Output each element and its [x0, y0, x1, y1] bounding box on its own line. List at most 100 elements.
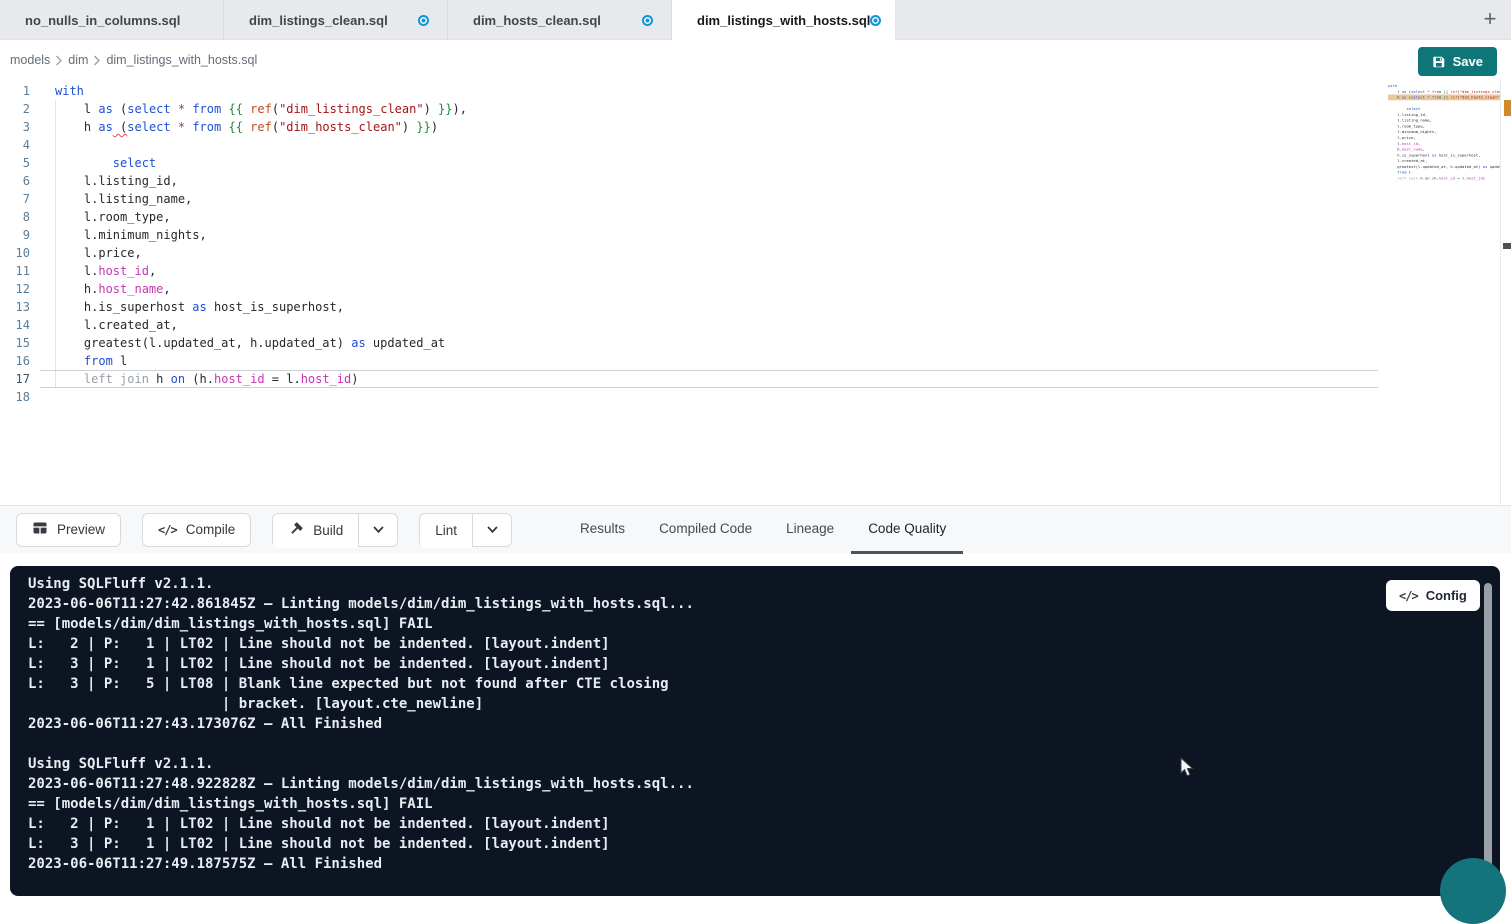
code-line[interactable]: 10 l.price, — [0, 244, 1511, 262]
terminal-line: L: 3 | P: 1 | LT02 | Line should not be … — [28, 654, 1500, 674]
code-line[interactable]: 9 l.minimum_nights, — [0, 226, 1511, 244]
code-line-text: left join h on (h.host_id = l.host_id) — [30, 370, 359, 388]
code-line-text: h.host_name, — [30, 280, 171, 298]
code-line-text: l.host_id, — [30, 262, 156, 280]
code-icon: </> — [158, 523, 177, 537]
panel-tab-lineage[interactable]: Lineage — [769, 506, 851, 554]
scrollbar-thumb[interactable] — [1503, 243, 1511, 249]
code-line-text: greatest(l.updated_at, h.updated_at) as … — [30, 334, 445, 352]
code-line[interactable]: 2 l as (select * from {{ ref("dim_listin… — [0, 100, 1511, 118]
code-line-text: from l — [30, 352, 127, 370]
code-line-text: h.is_superhost as host_is_superhost, — [30, 298, 344, 316]
code-line-text: select — [30, 154, 156, 172]
code-line-text: l as (select * from {{ ref("dim_listings… — [30, 100, 467, 118]
editor-scrollbar[interactable] — [1500, 80, 1511, 505]
code-line-text: l.minimum_nights, — [30, 226, 207, 244]
breadcrumb-bar: models dim dim_listings_with_hosts.sql Sav… — [0, 41, 1511, 80]
breadcrumb-item[interactable]: dim — [68, 53, 88, 67]
terminal-scrollbar[interactable] — [1484, 583, 1492, 868]
breadcrumb: models dim dim_listings_with_hosts.sql — [10, 53, 257, 67]
table-icon — [32, 520, 48, 539]
file-tab[interactable]: dim_listings_clean.sql — [224, 0, 448, 40]
code-line-text — [30, 388, 55, 406]
lint-button-label: Lint — [435, 523, 457, 538]
code-line[interactable]: 7 l.listing_name, — [0, 190, 1511, 208]
line-number: 15 — [0, 334, 30, 352]
config-button-label: Config — [1426, 588, 1467, 603]
compile-button[interactable]: </>Compile — [142, 513, 251, 547]
breadcrumb-item[interactable]: dim_listings_with_hosts.sql — [106, 53, 257, 67]
code-line[interactable]: 12 h.host_name, — [0, 280, 1511, 298]
code-line[interactable]: 5 select — [0, 154, 1511, 172]
code-line[interactable]: 4 — [0, 136, 1511, 154]
code-line-text: l.price, — [30, 244, 142, 262]
line-number: 18 — [0, 388, 30, 406]
line-number: 11 — [0, 262, 30, 280]
terminal-line: | bracket. [layout.cte_newline] — [28, 694, 1500, 714]
terminal-line: 2023-06-06T11:27:42.861845Z — Linting mo… — [28, 594, 1500, 614]
build-button-dropdown[interactable] — [358, 514, 397, 546]
lint-output-terminal: </> Config Using SQLFluff v2.1.1.2023-06… — [10, 566, 1500, 896]
terminal-line: == [models/dim/dim_listings_with_hosts.s… — [28, 614, 1500, 634]
file-tab-label: dim_listings_clean.sql — [249, 13, 388, 28]
code-line-text: l.listing_name, — [30, 190, 192, 208]
line-number: 8 — [0, 208, 30, 226]
code-line[interactable]: 15 greatest(l.updated_at, h.updated_at) … — [0, 334, 1511, 352]
code-line-text: l.listing_id, — [30, 172, 178, 190]
unsaved-changes-icon — [870, 15, 881, 26]
line-number: 7 — [0, 190, 30, 208]
scrollbar-warning-marker — [1504, 100, 1511, 116]
lint-button[interactable]: Lint — [420, 514, 472, 548]
save-button[interactable]: Save — [1418, 47, 1497, 76]
line-number: 5 — [0, 154, 30, 172]
breadcrumb-item[interactable]: models — [10, 53, 50, 67]
minimap[interactable]: with l as (select * from {{ ref("dim_lis… — [1388, 83, 1500, 191]
build-button[interactable]: Build — [273, 514, 358, 548]
terminal-line: 2023-06-06T11:27:48.922828Z — Linting mo… — [28, 774, 1500, 794]
terminal-line: Using SQLFluff v2.1.1. — [28, 574, 1500, 594]
line-number: 12 — [0, 280, 30, 298]
minimap-line — [1388, 181, 1500, 187]
panel-tab-code-quality[interactable]: Code Quality — [851, 506, 963, 554]
code-line[interactable]: 11 l.host_id, — [0, 262, 1511, 280]
code-line[interactable]: 16 from l — [0, 352, 1511, 370]
code-line[interactable]: 13 h.is_superhost as host_is_superhost, — [0, 298, 1511, 316]
terminal-line: 2023-06-06T11:27:43.173076Z — All Finish… — [28, 714, 1500, 734]
unsaved-changes-icon — [418, 15, 429, 26]
file-tab[interactable]: dim_hosts_clean.sql — [448, 0, 672, 40]
code-editor[interactable]: 1with2 l as (select * from {{ ref("dim_l… — [0, 80, 1511, 505]
code-line[interactable]: 3 h as (select * from {{ ref("dim_hosts_… — [0, 118, 1511, 136]
file-tab[interactable]: dim_listings_with_hosts.sql — [672, 0, 896, 40]
terminal-line: == [models/dim/dim_listings_with_hosts.s… — [28, 794, 1500, 814]
code-line[interactable]: 18 — [0, 388, 1511, 406]
line-number: 2 — [0, 100, 30, 118]
code-line[interactable]: 1with — [0, 82, 1511, 100]
file-tab[interactable]: no_nulls_in_columns.sql — [0, 0, 224, 40]
code-line[interactable]: 14 l.created_at, — [0, 316, 1511, 334]
preview-button[interactable]: Preview — [16, 513, 121, 547]
lint-button-dropdown[interactable] — [472, 514, 511, 546]
file-tab-bar: no_nulls_in_columns.sql dim_listings_clea… — [0, 0, 1511, 40]
minimap-line: left join h on (h.host_id = l.host_id) — [1388, 175, 1500, 181]
line-number: 3 — [0, 118, 30, 136]
save-button-label: Save — [1453, 54, 1483, 69]
action-toolbar: Preview </>Compile Build Lint ResultsCompile… — [0, 505, 1511, 553]
help-bubble-button[interactable] — [1440, 858, 1506, 924]
terminal-line: L: 3 | P: 5 | LT08 | Blank line expected… — [28, 674, 1500, 694]
unsaved-changes-icon — [642, 15, 653, 26]
config-button[interactable]: </> Config — [1386, 580, 1480, 611]
new-tab-button[interactable]: + — [1477, 7, 1503, 33]
panel-tab-results[interactable]: Results — [563, 506, 642, 554]
code-icon: </> — [1399, 589, 1418, 603]
code-line-text: l.created_at, — [30, 316, 178, 334]
terminal-line: L: 2 | P: 1 | LT02 | Line should not be … — [28, 634, 1500, 654]
code-line[interactable]: 6 l.listing_id, — [0, 172, 1511, 190]
panel-tab-compiled-code[interactable]: Compiled Code — [642, 506, 769, 554]
code-line[interactable]: 8 l.room_type, — [0, 208, 1511, 226]
code-line[interactable]: 17 left join h on (h.host_id = l.host_id… — [0, 370, 1511, 388]
chevron-right-icon — [55, 55, 63, 66]
line-number: 17 — [0, 370, 30, 388]
file-tab-label: dim_hosts_clean.sql — [473, 13, 601, 28]
line-number: 13 — [0, 298, 30, 316]
terminal-line: L: 2 | P: 1 | LT02 | Line should not be … — [28, 814, 1500, 834]
